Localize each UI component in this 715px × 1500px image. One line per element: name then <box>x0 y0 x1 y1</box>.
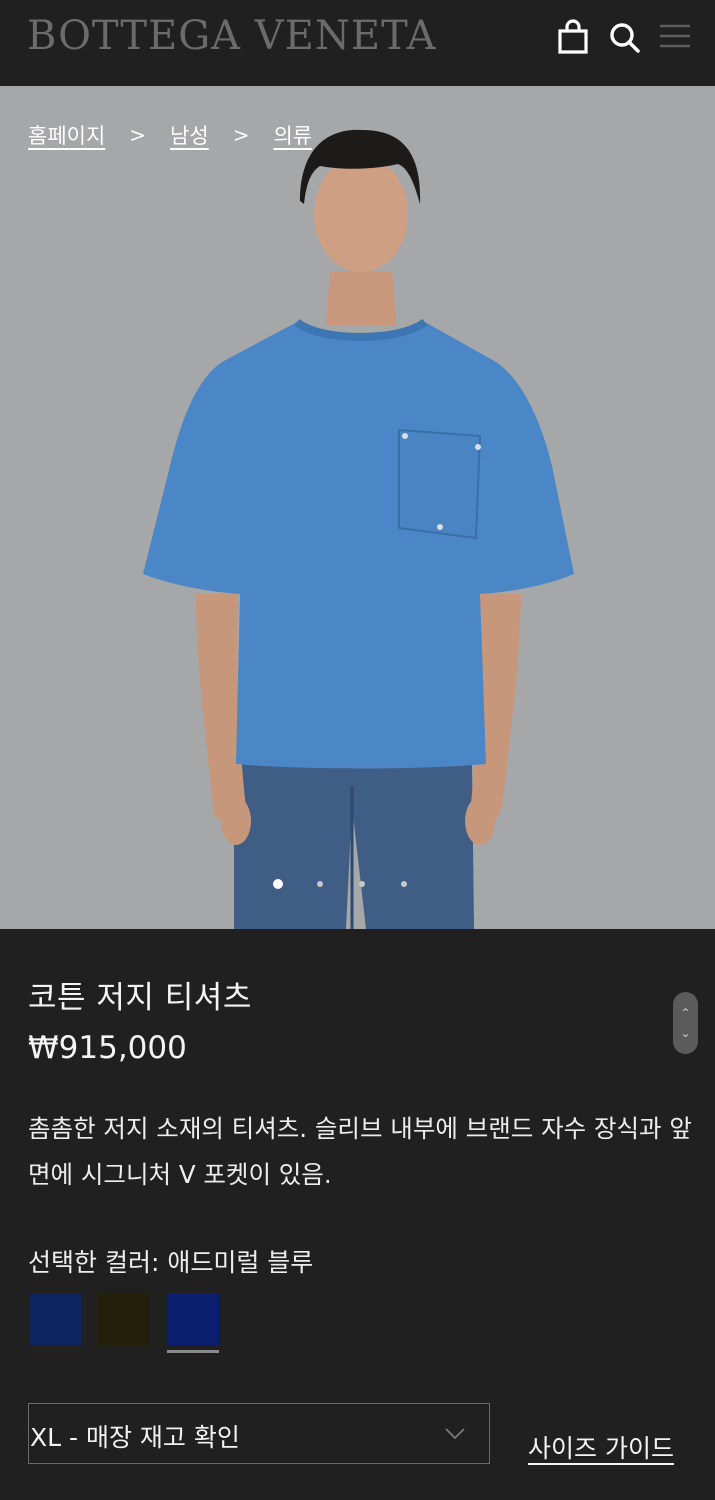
chevron-right-icon: > <box>129 123 147 147</box>
product-photo <box>143 129 574 929</box>
search-icon[interactable] <box>607 19 643 55</box>
product-price: ₩915,000 <box>28 1030 187 1066</box>
breadcrumb-men[interactable]: 남성 <box>170 120 209 150</box>
pagination-dot[interactable] <box>359 881 365 887</box>
color-swatch-navy[interactable] <box>29 1293 81 1345</box>
product-image-gallery[interactable]: 홈페이지 > 남성 > 의류 <box>0 86 715 929</box>
pagination-dot-active[interactable] <box>273 879 283 889</box>
selected-color-label: 선택한 컬러: 애드미럴 블루 <box>28 1248 314 1277</box>
chevron-down-icon[interactable]: ⌄ <box>680 1023 690 1043</box>
pagination-dot[interactable] <box>317 881 323 887</box>
product-description: 촘촘한 저지 소재의 티셔츠. 슬리브 내부에 브랜드 자수 장식과 앞면에 시… <box>28 1114 692 1189</box>
product-title: 코튼 저지 티셔츠 <box>28 980 252 1016</box>
chevron-right-icon: > <box>232 123 250 147</box>
selected-swatch-indicator <box>167 1350 219 1353</box>
brand-logo[interactable]: BOTTEGA VENETA <box>27 14 436 58</box>
chevron-up-icon[interactable]: ⌃ <box>680 1003 690 1023</box>
breadcrumb: 홈페이지 > 남성 > 의류 <box>28 120 312 150</box>
menu-icon[interactable] <box>657 19 693 55</box>
color-swatch-dark-olive[interactable] <box>98 1293 150 1345</box>
site-header: BOTTEGA VENETA <box>0 0 715 86</box>
color-swatch-admiral-blue[interactable] <box>167 1293 219 1345</box>
product-page: BOTTEGA VENETA 홈페이지 > 남성 > 의류 코튼 저지 티셔츠 … <box>0 0 715 1500</box>
pagination-dot[interactable] <box>401 881 407 887</box>
gallery-pagination <box>273 879 443 889</box>
breadcrumb-clothing[interactable]: 의류 <box>273 120 312 150</box>
shopping-bag-icon[interactable] <box>555 19 591 55</box>
breadcrumb-home[interactable]: 홈페이지 <box>28 120 105 150</box>
chevron-down-icon <box>445 1428 465 1440</box>
size-select-value: XL - 매장 재고 확인 <box>30 1423 240 1452</box>
size-select[interactable]: XL - 매장 재고 확인 <box>28 1403 490 1464</box>
scroll-indicator[interactable]: ⌃ ⌄ <box>673 992 698 1054</box>
size-guide-link[interactable]: 사이즈 가이드 <box>528 1429 674 1465</box>
